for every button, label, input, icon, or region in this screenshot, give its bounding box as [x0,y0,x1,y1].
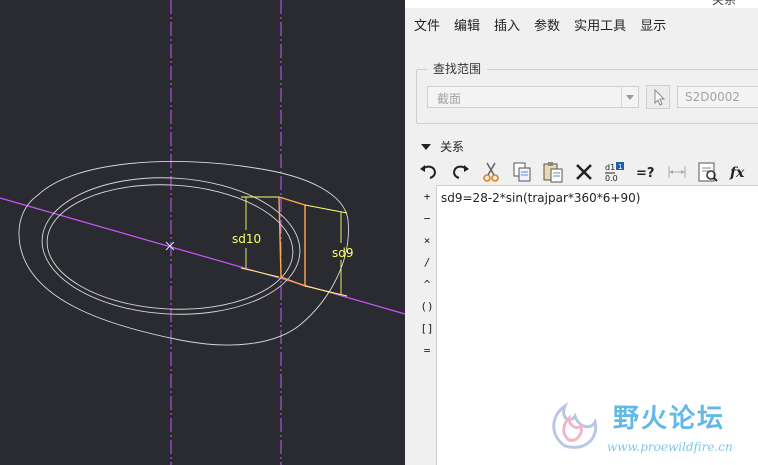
section-profile[interactable] [278,196,306,288]
menu-edit[interactable]: 编辑 [447,14,487,40]
operator-minus[interactable]: − [417,208,437,230]
redo-icon [452,165,469,179]
item-id-value: S2D0002 [685,90,741,104]
menu-insert[interactable]: 插入 [487,14,527,40]
cut-icon [483,162,499,182]
dialog-title: 关系 [711,0,736,7]
svg-text:1: 1 [618,163,622,171]
watermark-logo: 野火论坛 www.proewildfire.cn [545,396,755,461]
evaluate-icon: =? [636,166,654,181]
menu-parameters[interactable]: 参数 [527,14,567,40]
svg-text:=?: =? [636,166,654,181]
select-item-button[interactable] [646,85,670,109]
numeric-value-button[interactable]: d1 1 0.0 [603,160,627,184]
paste-icon [543,162,563,183]
relations-section-header[interactable]: 关系 [421,138,464,155]
copy-button[interactable] [510,160,534,184]
find-scope-select-value: 截面 [437,92,462,106]
operator-palette: + − × / ^ () [] = [417,186,437,362]
item-id-field[interactable]: S2D0002 [677,86,758,108]
paste-button[interactable] [541,160,565,184]
function-icon: fx [729,165,745,181]
delete-button[interactable] [572,160,596,184]
outer-sweep-outline [18,161,349,346]
svg-text:fx: fx [729,165,745,181]
dimension-sd9[interactable]: sd9 [332,246,354,260]
svg-text:d1: d1 [605,163,615,172]
evaluate-button[interactable]: =? [634,160,658,184]
operator-parentheses[interactable]: () [417,296,437,318]
menu-bar: 文件 编辑 插入 参数 实用工具 显示 [405,14,673,40]
relations-section-label: 关系 [440,140,465,154]
chevron-down-icon[interactable] [621,87,638,107]
operator-multiply[interactable]: × [417,230,437,252]
sketch-canvas[interactable]: sd10 sd9 [0,0,405,465]
watermark-name: 野火论坛 [613,404,726,434]
dimension-sd10[interactable]: sd10 [232,232,261,246]
operator-divide[interactable]: / [417,252,437,274]
dialog-title-bar: 关系 [405,0,758,8]
operator-plus[interactable]: + [417,186,437,208]
delete-icon [576,164,592,180]
redo-button[interactable] [448,160,472,184]
relations-dialog: 关系 文件 编辑 插入 参数 实用工具 显示 查找范围 截面 S2D0002 关… [405,0,758,465]
find-scope-label: 查找范围 [427,60,488,77]
cut-button[interactable] [479,160,503,184]
operator-equals[interactable]: = [417,340,437,362]
operator-brackets[interactable]: [] [417,318,437,340]
menu-utilities[interactable]: 实用工具 [567,14,633,40]
flame-logo-icon [552,402,598,449]
copy-icon [513,162,531,182]
dimension-display-button[interactable] [665,160,689,184]
svg-text:0.0: 0.0 [605,174,618,183]
menu-display[interactable]: 显示 [633,14,673,40]
graphics-viewport[interactable]: sd10 sd9 [0,0,405,465]
undo-icon [420,165,437,179]
menu-file[interactable]: 文件 [405,14,447,40]
dimension-icon [668,166,686,178]
operator-power[interactable]: ^ [417,274,437,296]
numeric-value-icon: d1 10.0 [605,162,624,183]
collapse-triangle-icon[interactable] [421,144,431,150]
relation-line[interactable]: sd9=28-2*sin(trajpar*360*6+90) [441,191,640,205]
pointer-arrow-icon [654,88,666,106]
watermark-url: www.proewildfire.cn [607,440,733,454]
undo-button[interactable] [417,160,441,184]
verify-button[interactable] [696,160,720,184]
verify-icon [698,162,718,182]
function-button[interactable]: fx [727,160,751,184]
relations-toolbar: d1 1 0.0 =? fx [417,160,758,184]
find-scope-select[interactable]: 截面 [427,86,639,108]
